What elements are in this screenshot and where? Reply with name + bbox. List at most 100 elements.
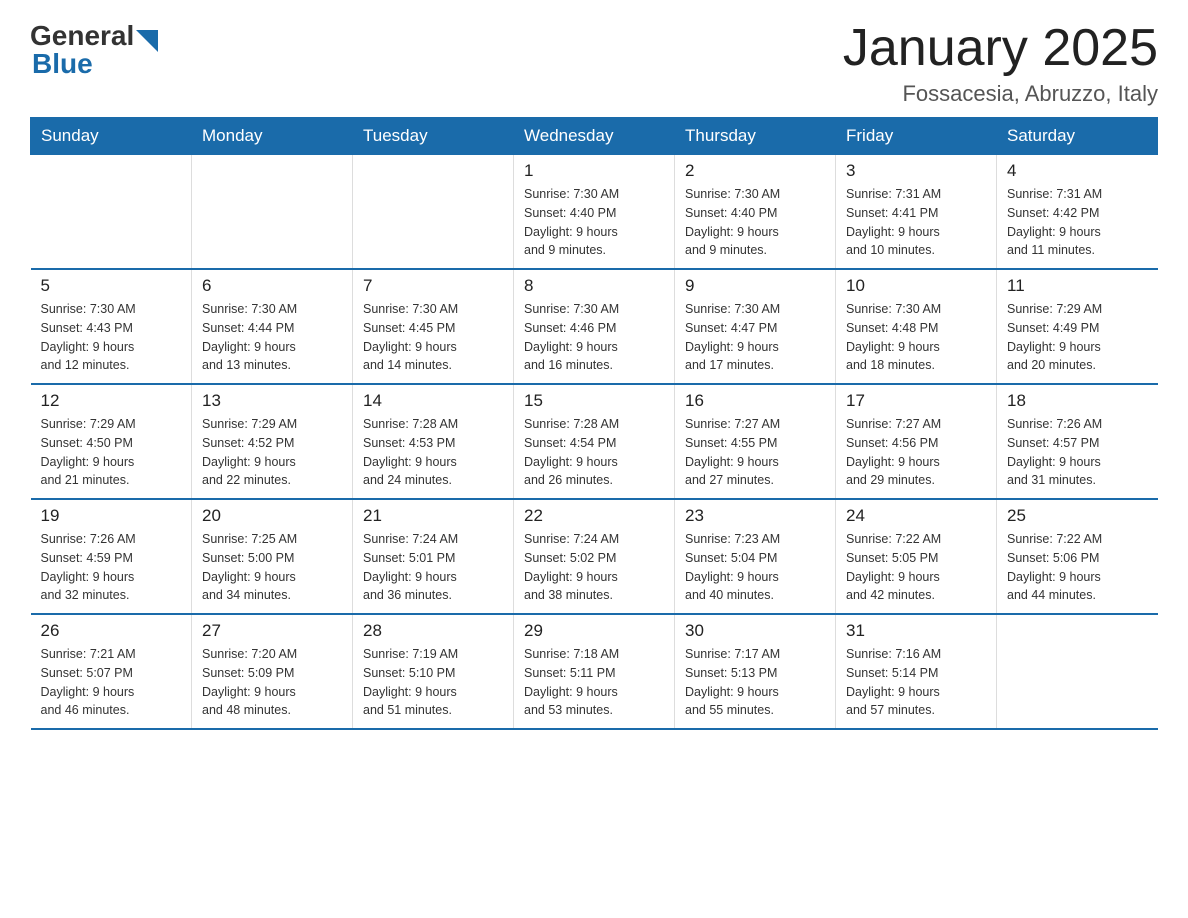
day-info: Sunrise: 7:30 AM Sunset: 4:47 PM Dayligh… bbox=[685, 300, 825, 375]
day-info: Sunrise: 7:22 AM Sunset: 5:05 PM Dayligh… bbox=[846, 530, 986, 605]
day-number: 28 bbox=[363, 621, 503, 641]
day-number: 9 bbox=[685, 276, 825, 296]
day-info: Sunrise: 7:20 AM Sunset: 5:09 PM Dayligh… bbox=[202, 645, 342, 720]
calendar-cell: 2 Sunrise: 7:30 AM Sunset: 4:40 PM Daylig… bbox=[675, 155, 836, 270]
day-number: 31 bbox=[846, 621, 986, 641]
calendar-cell: 11Sunrise: 7:29 AM Sunset: 4:49 PM Dayli… bbox=[997, 269, 1158, 384]
calendar-cell: 21Sunrise: 7:24 AM Sunset: 5:01 PM Dayli… bbox=[353, 499, 514, 614]
title-section: January 2025 Fossacesia, Abruzzo, Italy bbox=[843, 20, 1158, 107]
calendar-cell bbox=[997, 614, 1158, 729]
calendar-cell: 27 Sunrise: 7:20 AM Sunset: 5:09 PM Dayli… bbox=[192, 614, 353, 729]
day-number: 27 bbox=[202, 621, 342, 641]
calendar-cell: 31 Sunrise: 7:16 AM Sunset: 5:14 PM Dayli… bbox=[836, 614, 997, 729]
day-number: 13 bbox=[202, 391, 342, 411]
calendar-cell: 16 Sunrise: 7:27 AM Sunset: 4:55 PM Dayli… bbox=[675, 384, 836, 499]
calendar-cell: 8Sunrise: 7:30 AM Sunset: 4:46 PM Daylig… bbox=[514, 269, 675, 384]
day-number: 3 bbox=[846, 161, 986, 181]
day-number: 22 bbox=[524, 506, 664, 526]
day-number: 4 bbox=[1007, 161, 1148, 181]
day-info: Sunrise: 7:25 AM Sunset: 5:00 PM Dayligh… bbox=[202, 530, 342, 605]
day-number: 15 bbox=[524, 391, 664, 411]
day-number: 2 bbox=[685, 161, 825, 181]
day-header-saturday: Saturday bbox=[997, 118, 1158, 155]
day-info: Sunrise: 7:30 AM Sunset: 4:43 PM Dayligh… bbox=[41, 300, 182, 375]
day-info: Sunrise: 7:16 AM Sunset: 5:14 PM Dayligh… bbox=[846, 645, 986, 720]
day-number: 10 bbox=[846, 276, 986, 296]
day-info: Sunrise: 7:29 AM Sunset: 4:50 PM Dayligh… bbox=[41, 415, 182, 490]
day-info: Sunrise: 7:29 AM Sunset: 4:49 PM Dayligh… bbox=[1007, 300, 1148, 375]
calendar-cell: 22 Sunrise: 7:24 AM Sunset: 5:02 PM Dayli… bbox=[514, 499, 675, 614]
calendar-cell: 13 Sunrise: 7:29 AM Sunset: 4:52 PM Dayli… bbox=[192, 384, 353, 499]
day-info: Sunrise: 7:18 AM Sunset: 5:11 PM Dayligh… bbox=[524, 645, 664, 720]
calendar-cell: 3 Sunrise: 7:31 AM Sunset: 4:41 PM Daylig… bbox=[836, 155, 997, 270]
day-info: Sunrise: 7:28 AM Sunset: 4:53 PM Dayligh… bbox=[363, 415, 503, 490]
day-header-thursday: Thursday bbox=[675, 118, 836, 155]
calendar-cell: 10 Sunrise: 7:30 AM Sunset: 4:48 PM Dayli… bbox=[836, 269, 997, 384]
page-header: General Blue January 2025 Fossacesia, Ab… bbox=[30, 20, 1158, 107]
calendar-cell: 6 Sunrise: 7:30 AM Sunset: 4:44 PM Daylig… bbox=[192, 269, 353, 384]
day-info: Sunrise: 7:30 AM Sunset: 4:48 PM Dayligh… bbox=[846, 300, 986, 375]
day-info: Sunrise: 7:30 AM Sunset: 4:45 PM Dayligh… bbox=[363, 300, 503, 375]
logo: General Blue bbox=[30, 20, 158, 80]
day-info: Sunrise: 7:23 AM Sunset: 5:04 PM Dayligh… bbox=[685, 530, 825, 605]
day-number: 14 bbox=[363, 391, 503, 411]
day-number: 26 bbox=[41, 621, 182, 641]
day-number: 16 bbox=[685, 391, 825, 411]
calendar-table: SundayMondayTuesdayWednesdayThursdayFrid… bbox=[30, 117, 1158, 730]
day-info: Sunrise: 7:30 AM Sunset: 4:44 PM Dayligh… bbox=[202, 300, 342, 375]
day-number: 5 bbox=[41, 276, 182, 296]
day-number: 17 bbox=[846, 391, 986, 411]
calendar-week-row: 19 Sunrise: 7:26 AM Sunset: 4:59 PM Dayli… bbox=[31, 499, 1158, 614]
calendar-header-row: SundayMondayTuesdayWednesdayThursdayFrid… bbox=[31, 118, 1158, 155]
calendar-cell: 23Sunrise: 7:23 AM Sunset: 5:04 PM Dayli… bbox=[675, 499, 836, 614]
calendar-cell: 19 Sunrise: 7:26 AM Sunset: 4:59 PM Dayli… bbox=[31, 499, 192, 614]
day-info: Sunrise: 7:21 AM Sunset: 5:07 PM Dayligh… bbox=[41, 645, 182, 720]
day-info: Sunrise: 7:24 AM Sunset: 5:02 PM Dayligh… bbox=[524, 530, 664, 605]
day-info: Sunrise: 7:28 AM Sunset: 4:54 PM Dayligh… bbox=[524, 415, 664, 490]
calendar-cell: 26 Sunrise: 7:21 AM Sunset: 5:07 PM Dayli… bbox=[31, 614, 192, 729]
day-number: 24 bbox=[846, 506, 986, 526]
day-number: 19 bbox=[41, 506, 182, 526]
day-number: 7 bbox=[363, 276, 503, 296]
day-number: 1 bbox=[524, 161, 664, 181]
day-header-friday: Friday bbox=[836, 118, 997, 155]
calendar-cell: 30Sunrise: 7:17 AM Sunset: 5:13 PM Dayli… bbox=[675, 614, 836, 729]
calendar-subtitle: Fossacesia, Abruzzo, Italy bbox=[843, 81, 1158, 107]
calendar-title: January 2025 bbox=[843, 20, 1158, 77]
day-number: 6 bbox=[202, 276, 342, 296]
day-info: Sunrise: 7:26 AM Sunset: 4:59 PM Dayligh… bbox=[41, 530, 182, 605]
calendar-cell: 1 Sunrise: 7:30 AM Sunset: 4:40 PM Daylig… bbox=[514, 155, 675, 270]
calendar-cell: 15 Sunrise: 7:28 AM Sunset: 4:54 PM Dayli… bbox=[514, 384, 675, 499]
calendar-cell: 5 Sunrise: 7:30 AM Sunset: 4:43 PM Daylig… bbox=[31, 269, 192, 384]
day-number: 25 bbox=[1007, 506, 1148, 526]
day-header-wednesday: Wednesday bbox=[514, 118, 675, 155]
calendar-cell bbox=[353, 155, 514, 270]
day-number: 29 bbox=[524, 621, 664, 641]
day-info: Sunrise: 7:30 AM Sunset: 4:46 PM Dayligh… bbox=[524, 300, 664, 375]
day-info: Sunrise: 7:22 AM Sunset: 5:06 PM Dayligh… bbox=[1007, 530, 1148, 605]
day-header-monday: Monday bbox=[192, 118, 353, 155]
calendar-week-row: 5 Sunrise: 7:30 AM Sunset: 4:43 PM Daylig… bbox=[31, 269, 1158, 384]
calendar-cell: 25 Sunrise: 7:22 AM Sunset: 5:06 PM Dayli… bbox=[997, 499, 1158, 614]
calendar-cell: 18Sunrise: 7:26 AM Sunset: 4:57 PM Dayli… bbox=[997, 384, 1158, 499]
calendar-cell: 28Sunrise: 7:19 AM Sunset: 5:10 PM Dayli… bbox=[353, 614, 514, 729]
day-info: Sunrise: 7:30 AM Sunset: 4:40 PM Dayligh… bbox=[524, 185, 664, 260]
calendar-cell: 12 Sunrise: 7:29 AM Sunset: 4:50 PM Dayli… bbox=[31, 384, 192, 499]
day-info: Sunrise: 7:29 AM Sunset: 4:52 PM Dayligh… bbox=[202, 415, 342, 490]
calendar-week-row: 12 Sunrise: 7:29 AM Sunset: 4:50 PM Dayli… bbox=[31, 384, 1158, 499]
day-number: 12 bbox=[41, 391, 182, 411]
day-info: Sunrise: 7:31 AM Sunset: 4:41 PM Dayligh… bbox=[846, 185, 986, 260]
day-info: Sunrise: 7:31 AM Sunset: 4:42 PM Dayligh… bbox=[1007, 185, 1148, 260]
day-header-tuesday: Tuesday bbox=[353, 118, 514, 155]
calendar-cell: 4 Sunrise: 7:31 AM Sunset: 4:42 PM Daylig… bbox=[997, 155, 1158, 270]
calendar-week-row: 1 Sunrise: 7:30 AM Sunset: 4:40 PM Daylig… bbox=[31, 155, 1158, 270]
calendar-cell: 24 Sunrise: 7:22 AM Sunset: 5:05 PM Dayli… bbox=[836, 499, 997, 614]
calendar-cell bbox=[31, 155, 192, 270]
day-info: Sunrise: 7:27 AM Sunset: 4:55 PM Dayligh… bbox=[685, 415, 825, 490]
logo-blue-text: Blue bbox=[32, 48, 158, 80]
day-number: 18 bbox=[1007, 391, 1148, 411]
day-info: Sunrise: 7:17 AM Sunset: 5:13 PM Dayligh… bbox=[685, 645, 825, 720]
calendar-week-row: 26 Sunrise: 7:21 AM Sunset: 5:07 PM Dayli… bbox=[31, 614, 1158, 729]
day-info: Sunrise: 7:30 AM Sunset: 4:40 PM Dayligh… bbox=[685, 185, 825, 260]
calendar-cell bbox=[192, 155, 353, 270]
